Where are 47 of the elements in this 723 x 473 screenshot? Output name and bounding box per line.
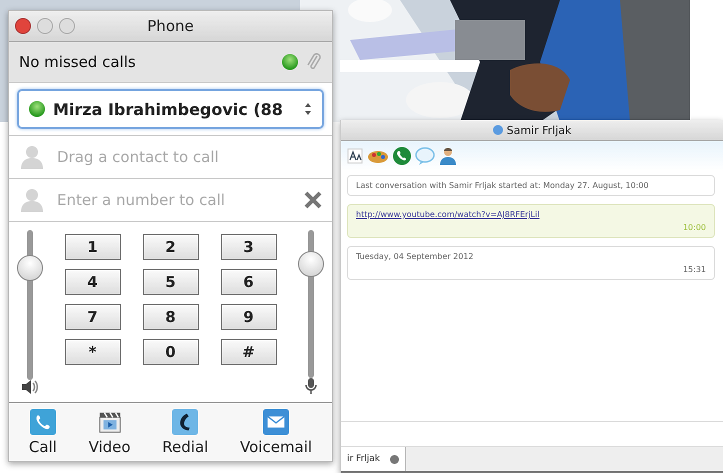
number-input-field[interactable]: Enter a number to call bbox=[55, 190, 294, 210]
redial-button[interactable]: Redial bbox=[158, 408, 212, 456]
message-text: Last conversation with Samir Frljak started at: Monday 27. August, 10:00 bbox=[356, 181, 650, 190]
message-time: 15:31 bbox=[682, 265, 706, 274]
contact-dropdown[interactable]: Mirza Ibrahimbegovic (88 bbox=[17, 89, 324, 129]
font-icon[interactable] bbox=[347, 148, 363, 164]
dial-key[interactable]: 0 bbox=[142, 339, 198, 365]
close-button[interactable] bbox=[15, 18, 31, 34]
microphone-icon bbox=[305, 378, 317, 394]
dial-key[interactable]: # bbox=[220, 339, 276, 365]
voicemail-button[interactable]: Voicemail bbox=[236, 408, 316, 456]
status-dot-icon bbox=[282, 54, 298, 70]
phone-icon[interactable] bbox=[393, 147, 411, 165]
dial-key[interactable]: 2 bbox=[142, 234, 198, 260]
message-text: Tuesday, 04 September 2012 bbox=[356, 252, 474, 261]
window-title: Samir Frljak bbox=[506, 124, 572, 136]
close-tab-icon[interactable] bbox=[390, 454, 400, 464]
speaker-icon bbox=[21, 380, 39, 394]
window-title: Phone bbox=[147, 17, 194, 35]
call-button[interactable]: Call bbox=[24, 408, 61, 456]
chat-tab[interactable]: ir Frljak bbox=[341, 447, 406, 471]
video-button[interactable]: Video bbox=[84, 408, 135, 456]
dial-key[interactable]: 7 bbox=[64, 304, 120, 330]
slider-thumb[interactable] bbox=[298, 251, 324, 278]
stepper-arrows-icon bbox=[304, 102, 312, 116]
contact-drop-field[interactable]: Drag a contact to call bbox=[55, 147, 322, 167]
dial-key[interactable]: 1 bbox=[64, 234, 120, 260]
contact-icon bbox=[19, 187, 45, 213]
dial-key[interactable]: 6 bbox=[220, 269, 276, 295]
clear-icon[interactable] bbox=[304, 191, 322, 209]
message-input-field[interactable] bbox=[341, 421, 723, 447]
dial-key[interactable]: 3 bbox=[220, 234, 276, 260]
dial-key[interactable]: 9 bbox=[220, 304, 276, 330]
message-link[interactable]: http://www.youtube.com/watch?v=AJ8RFErjLil bbox=[356, 210, 706, 219]
message-time: 10:00 bbox=[682, 223, 706, 232]
phone-icon bbox=[30, 408, 56, 434]
person-icon[interactable] bbox=[439, 147, 457, 165]
dial-key[interactable]: 5 bbox=[142, 269, 198, 295]
dial-key[interactable]: * bbox=[64, 339, 120, 365]
paperclip-icon[interactable] bbox=[306, 52, 322, 72]
contact-icon bbox=[19, 144, 45, 170]
slider-thumb[interactable] bbox=[17, 254, 43, 280]
missed-calls-status: No missed calls bbox=[19, 53, 137, 71]
envelope-icon bbox=[263, 408, 290, 434]
dial-key[interactable]: 4 bbox=[64, 269, 120, 295]
dial-key[interactable]: 8 bbox=[142, 304, 198, 330]
palette-icon[interactable] bbox=[367, 148, 389, 164]
